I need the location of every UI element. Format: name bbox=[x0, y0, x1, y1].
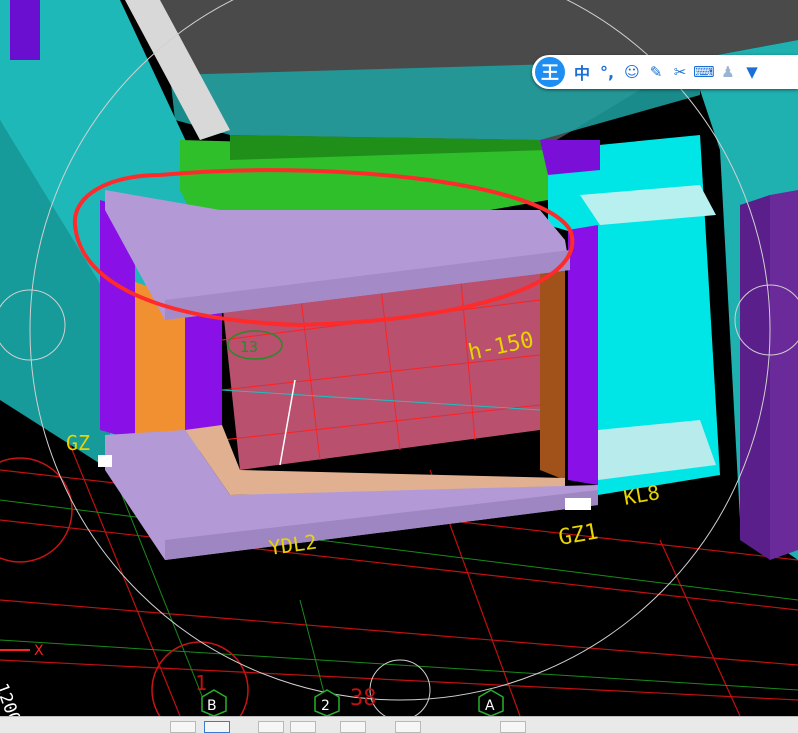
room-tag-label: 13 bbox=[240, 338, 258, 356]
shirt-icon[interactable]: ▼ bbox=[741, 63, 763, 81]
ime-toolbar[interactable]: 王 中 °, ☺ ✎ ✂ ⌨ ♟ ▼ bbox=[532, 55, 798, 89]
cad-3d-viewport[interactable]: h-150 13 GZ GZ1 KL8 YDL2 1200 38 1 X B 2… bbox=[0, 0, 798, 716]
user-icon[interactable]: ♟ bbox=[717, 63, 739, 81]
marker-right bbox=[565, 498, 591, 510]
status-button-5[interactable] bbox=[340, 721, 366, 733]
status-bar bbox=[0, 716, 798, 733]
violet-column-mid bbox=[540, 140, 600, 175]
left-violet-column-top bbox=[10, 0, 40, 60]
right-violet-column-2 bbox=[770, 190, 798, 560]
svg-text:B: B bbox=[207, 698, 217, 714]
status-button-7[interactable] bbox=[500, 721, 526, 733]
emoji-icon[interactable]: ☺ bbox=[621, 63, 643, 81]
col-gz1-label: GZ1 bbox=[557, 519, 600, 551]
dim-1-label: 1 bbox=[195, 671, 207, 695]
keyboard-icon[interactable]: ⌨ bbox=[693, 63, 715, 81]
right-violet-column bbox=[740, 195, 770, 560]
beam-kl-label: KL8 bbox=[622, 480, 662, 510]
pen-icon[interactable]: ✎ bbox=[645, 63, 667, 81]
scissors-icon[interactable]: ✂ bbox=[669, 63, 691, 81]
ime-logo[interactable]: 王 bbox=[535, 57, 565, 87]
status-button-2[interactable] bbox=[204, 721, 230, 733]
ucs-x-label: X bbox=[34, 643, 44, 659]
ime-mode-button[interactable]: 中 bbox=[571, 60, 593, 84]
status-button-4[interactable] bbox=[290, 721, 316, 733]
axis-marker-a[interactable]: A bbox=[478, 689, 504, 716]
bottom-snap-circle bbox=[369, 659, 431, 716]
marker-left bbox=[98, 455, 112, 467]
dim-38-label: 38 bbox=[350, 686, 377, 711]
svg-text:2: 2 bbox=[321, 698, 330, 714]
dim-1200-label: 1200 bbox=[0, 681, 24, 716]
status-button-6[interactable] bbox=[395, 721, 421, 733]
status-button-3[interactable] bbox=[258, 721, 284, 733]
right-violet-pillar bbox=[568, 225, 598, 485]
status-button-1[interactable] bbox=[170, 721, 196, 733]
svg-text:A: A bbox=[485, 698, 495, 714]
mid-violet-pillar bbox=[185, 300, 222, 435]
ime-punct-button[interactable]: °, bbox=[596, 63, 618, 82]
col-gz-left-label: GZ bbox=[66, 431, 90, 455]
